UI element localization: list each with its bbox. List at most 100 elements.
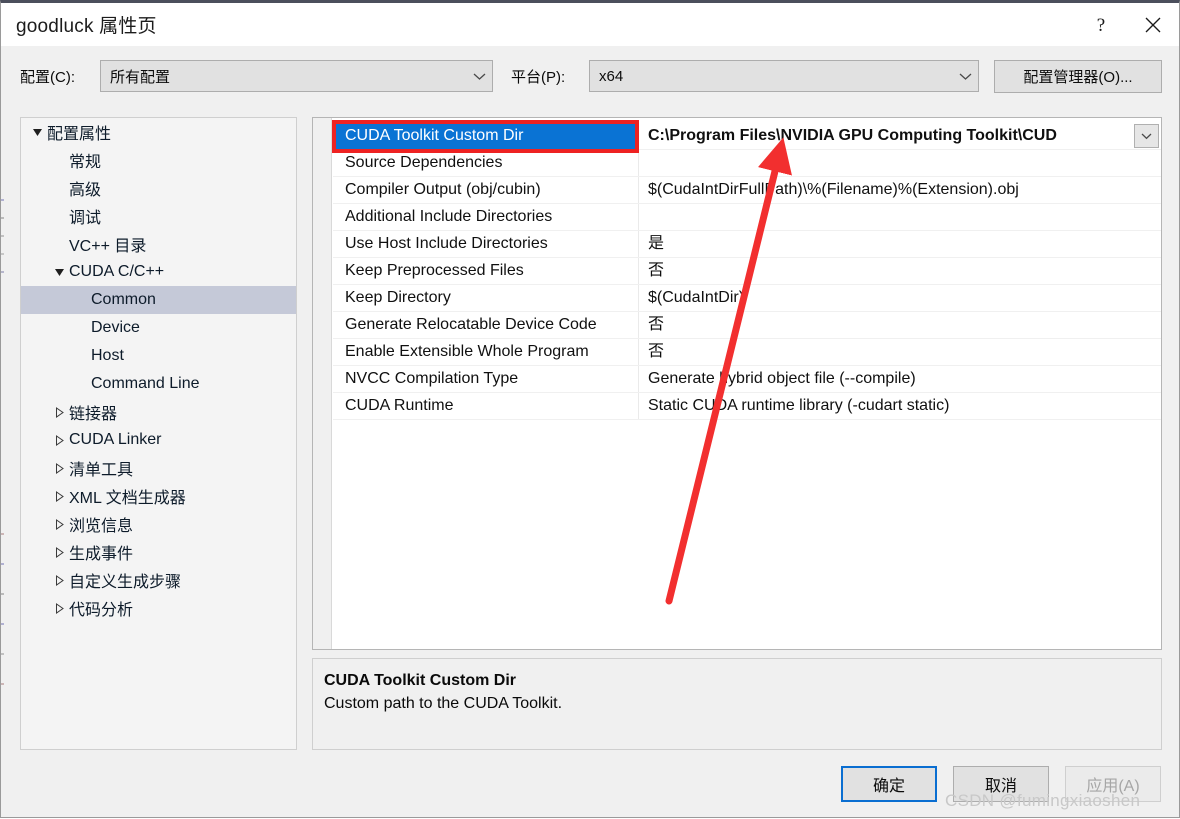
property-value[interactable]: 否 [639, 258, 1161, 284]
configuration-manager-button[interactable]: 配置管理器(O)... [994, 60, 1162, 93]
dialog-footer: 确定 取消 应用(A) [1, 761, 1179, 819]
tree-item-9[interactable]: Command Line [21, 370, 296, 398]
tree-item-label: 配置属性 [47, 126, 112, 143]
apply-button: 应用(A) [1065, 766, 1161, 802]
tree-item-17[interactable]: 代码分析 [21, 594, 296, 622]
collapsed-triangle-icon[interactable] [49, 518, 69, 530]
property-row[interactable]: Keep Preprocessed Files 否 [333, 258, 1161, 285]
property-value[interactable]: C:\Program Files\NVIDIA GPU Computing To… [639, 123, 1161, 149]
tree-item-label: 代码分析 [69, 602, 134, 619]
close-button[interactable] [1127, 3, 1179, 46]
property-row[interactable]: NVCC Compilation Type Generate hybrid obj… [333, 366, 1161, 393]
tree-item-11[interactable]: CUDA Linker [21, 426, 296, 454]
platform-label: 平台(P): [511, 69, 566, 86]
close-icon [1145, 17, 1161, 32]
tree-item-label: Host [91, 347, 124, 364]
property-row[interactable]: Enable Extensible Whole Program 否 [333, 339, 1161, 366]
property-description-body: Custom path to the CUDA Toolkit. [324, 695, 563, 712]
configuration-combobox[interactable]: 所有配置 [100, 60, 493, 92]
tree-item-3[interactable]: 调试 [21, 202, 296, 230]
collapsed-triangle-icon[interactable] [49, 490, 69, 502]
configuration-combobox-value: 所有配置 [110, 68, 171, 86]
property-grid-rows: CUDA Toolkit Custom Dir C:\Program Files\… [333, 123, 1161, 420]
collapsed-triangle-icon[interactable] [49, 434, 69, 446]
property-grid[interactable]: CUDA Toolkit Custom Dir C:\Program Files\… [312, 117, 1162, 650]
window-edge-artifact [1, 199, 4, 201]
collapsed-triangle-icon[interactable] [49, 406, 69, 418]
tree-item-label: XML 文档生成器 [69, 490, 186, 507]
property-pages-dialog: goodluck 属性页 ? 配置(C): 所有配置 平台(P): x64 配置… [0, 0, 1180, 818]
question-mark-icon: ? [1097, 15, 1105, 35]
window-edge-artifact [1, 217, 4, 219]
tree-item-12[interactable]: 清单工具 [21, 454, 296, 482]
property-value[interactable]: $(CudaIntDir) [639, 285, 1161, 311]
tree-item-2[interactable]: 高级 [21, 174, 296, 202]
tree-item-label: 清单工具 [69, 462, 134, 479]
cancel-button[interactable]: 取消 [953, 766, 1049, 802]
property-row[interactable]: Source Dependencies [333, 150, 1161, 177]
property-value[interactable] [639, 204, 1161, 230]
property-name: Additional Include Directories [333, 204, 639, 230]
configuration-bar: 配置(C): 所有配置 平台(P): x64 配置管理器(O)... [1, 46, 1179, 112]
tree-item-10[interactable]: 链接器 [21, 398, 296, 426]
tree-item-16[interactable]: 自定义生成步骤 [21, 566, 296, 594]
help-button[interactable]: ? [1075, 3, 1127, 46]
property-row[interactable]: Use Host Include Directories 是 [333, 231, 1161, 258]
expanded-triangle-icon[interactable] [27, 127, 47, 138]
property-value-dropdown-button[interactable] [1134, 124, 1159, 148]
chevron-down-icon [952, 72, 978, 81]
property-name: Enable Extensible Whole Program [333, 339, 639, 365]
tree-item-label: Device [91, 319, 140, 336]
tree-item-1[interactable]: 常规 [21, 146, 296, 174]
property-row[interactable]: Keep Directory $(CudaIntDir) [333, 285, 1161, 312]
window-title: goodluck 属性页 [16, 16, 157, 37]
platform-combobox[interactable]: x64 [589, 60, 979, 92]
tree-item-0[interactable]: 配置属性 [21, 118, 296, 146]
tree-item-4[interactable]: VC++ 目录 [21, 230, 296, 258]
ok-button[interactable]: 确定 [841, 766, 937, 802]
collapsed-triangle-icon[interactable] [49, 602, 69, 614]
property-value[interactable] [639, 150, 1161, 176]
chevron-down-icon [1141, 133, 1152, 140]
property-name: Keep Preprocessed Files [333, 258, 639, 284]
tree-item-14[interactable]: 浏览信息 [21, 510, 296, 538]
tree-item-label: 生成事件 [69, 546, 134, 563]
property-value[interactable]: Generate hybrid object file (--compile) [639, 366, 1161, 392]
title-bar-buttons: ? [1075, 3, 1179, 46]
tree-item-label: 浏览信息 [69, 518, 134, 535]
tree-item-label: Command Line [91, 375, 200, 392]
tree-item-5[interactable]: CUDA C/C++ [21, 258, 296, 286]
property-row[interactable]: CUDA Runtime Static CUDA runtime library … [333, 393, 1161, 420]
tree-item-7[interactable]: Device [21, 314, 296, 342]
property-value[interactable]: Static CUDA runtime library (-cudart sta… [639, 393, 1161, 419]
tree-item-label: 高级 [69, 182, 102, 199]
property-name: Keep Directory [333, 285, 639, 311]
tree-item-label: 调试 [69, 210, 102, 227]
property-value[interactable]: 否 [639, 339, 1161, 365]
collapsed-triangle-icon[interactable] [49, 574, 69, 586]
property-value[interactable]: $(CudaIntDirFullPath)\%(Filename)%(Exten… [639, 177, 1161, 203]
property-row[interactable]: Generate Relocatable Device Code 否 [333, 312, 1161, 339]
tree-item-label: CUDA Linker [69, 431, 162, 448]
window-edge-artifact [1, 253, 4, 255]
property-row[interactable]: CUDA Toolkit Custom Dir C:\Program Files\… [333, 123, 1161, 150]
collapsed-triangle-icon[interactable] [49, 546, 69, 558]
tree-item-label: CUDA C/C++ [69, 263, 165, 280]
property-row[interactable]: Additional Include Directories [333, 204, 1161, 231]
property-value[interactable]: 是 [639, 231, 1161, 257]
svg-text:?: ? [1097, 15, 1105, 35]
collapsed-triangle-icon[interactable] [49, 462, 69, 474]
chevron-down-icon [466, 72, 492, 81]
property-row[interactable]: Compiler Output (obj/cubin) $(CudaIntDirF… [333, 177, 1161, 204]
configuration-tree[interactable]: 配置属性常规高级调试 VC++ 目录 CUDA C/C++ Common Device H… [20, 117, 297, 750]
property-grid-gutter [313, 118, 332, 649]
tree-item-label: VC++ 目录 [69, 238, 147, 255]
tree-item-13[interactable]: XML 文档生成器 [21, 482, 296, 510]
property-name: Source Dependencies [333, 150, 639, 176]
property-value[interactable]: 否 [639, 312, 1161, 338]
tree-item-label: 自定义生成步骤 [69, 574, 182, 591]
tree-item-8[interactable]: Host [21, 342, 296, 370]
expanded-triangle-icon[interactable] [49, 267, 69, 278]
tree-item-15[interactable]: 生成事件 [21, 538, 296, 566]
tree-item-6[interactable]: Common [21, 286, 296, 314]
